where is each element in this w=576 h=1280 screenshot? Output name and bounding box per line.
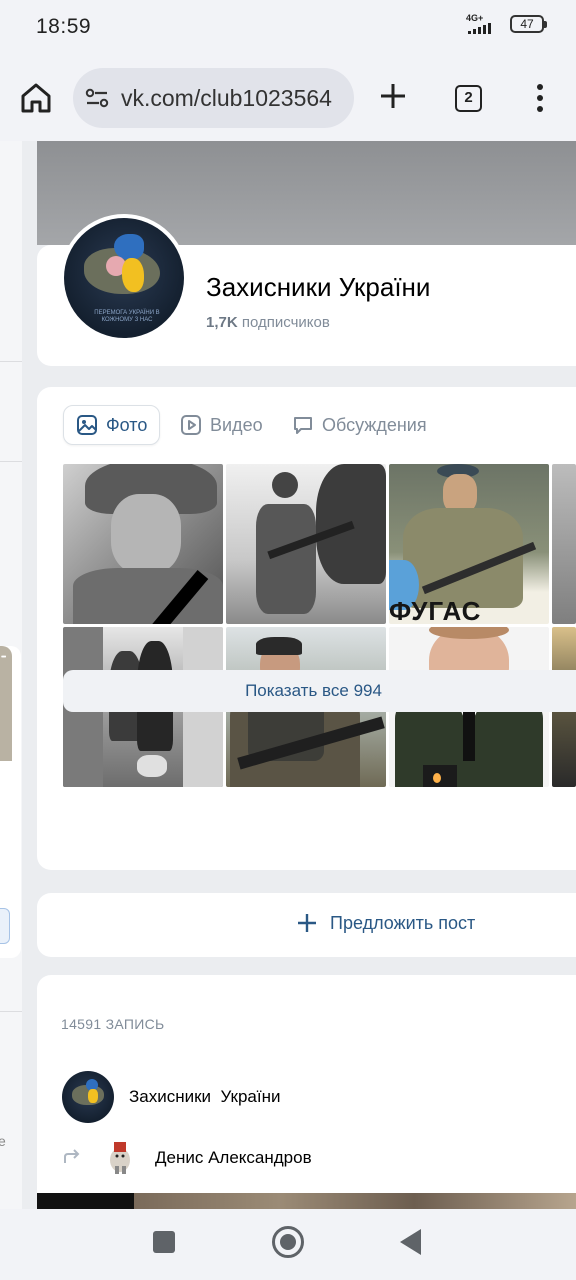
site-settings-icon[interactable] — [85, 87, 109, 109]
photo-soldier-beret-camo[interactable]: ФУГАС — [389, 464, 549, 624]
photo-partial-1[interactable] — [552, 464, 576, 624]
clock: 18:59 — [36, 15, 92, 38]
group-avatar[interactable]: ПЕРЕМОГА УКРАЇНИ В КОЖНОМУ З НАС — [60, 214, 188, 342]
address-bar[interactable]: vk.com/club1023564 — [73, 68, 354, 128]
repost-author-name[interactable]: Денис Александров — [155, 1148, 312, 1168]
posts-count: 14591 ЗАПИСЬ — [61, 1016, 165, 1032]
show-all-photos-button[interactable]: Показать все 994 — [63, 670, 576, 712]
repost-icon — [64, 1149, 80, 1163]
fugas-text: ФУГАС — [389, 596, 482, 624]
tab-photos[interactable]: Фото — [63, 405, 161, 445]
tab-videos[interactable]: Видео — [168, 405, 275, 445]
home-nav-icon[interactable] — [272, 1226, 304, 1258]
subscribers-count[interactable]: 1,7K подписчиков — [206, 314, 330, 331]
tab-videos-label: Видео — [210, 414, 263, 435]
photo-icon — [77, 415, 97, 435]
suggest-post-button[interactable]: Предложить пост — [296, 912, 475, 934]
photo-soldier-portrait-helmet[interactable] — [63, 464, 223, 624]
system-nav-bar — [0, 1209, 576, 1280]
tab-switcher-button[interactable]: 2 — [455, 85, 482, 112]
group-title: Захисники України — [206, 272, 431, 302]
browser-toolbar: vk.com/club1023564 2 — [0, 52, 576, 141]
home-icon[interactable] — [18, 80, 54, 116]
avatar-caption: ПЕРЕМОГА УКРАЇНИ В КОЖНОМУ З НАС — [94, 310, 160, 323]
video-icon — [181, 415, 201, 435]
tab-discussions-label: Обсуждения — [322, 414, 427, 435]
discussion-icon — [294, 417, 312, 434]
photo-soldier-with-rifle[interactable] — [226, 464, 386, 624]
tab-discussions[interactable]: Обсуждения — [280, 405, 439, 445]
new-tab-icon[interactable] — [377, 80, 409, 112]
back-icon[interactable] — [400, 1229, 421, 1255]
plus-icon — [298, 914, 316, 932]
signal-icon: 4G+ — [466, 14, 502, 34]
url-text[interactable]: vk.com/club1023564 — [121, 85, 332, 112]
post-author-avatar[interactable] — [62, 1071, 114, 1123]
more-menu-icon[interactable] — [531, 80, 549, 116]
repost-author-avatar[interactable] — [100, 1136, 140, 1176]
tab-photos-label: Фото — [106, 414, 148, 435]
suggest-post-label: Предложить пост — [330, 912, 476, 933]
status-bar: 18:59 4G+ 47 — [0, 0, 576, 52]
post-image[interactable] — [37, 1193, 576, 1209]
recents-icon[interactable] — [153, 1231, 175, 1253]
post-author-name[interactable]: Захисники України — [129, 1087, 280, 1107]
battery-icon: 47 — [510, 15, 547, 33]
